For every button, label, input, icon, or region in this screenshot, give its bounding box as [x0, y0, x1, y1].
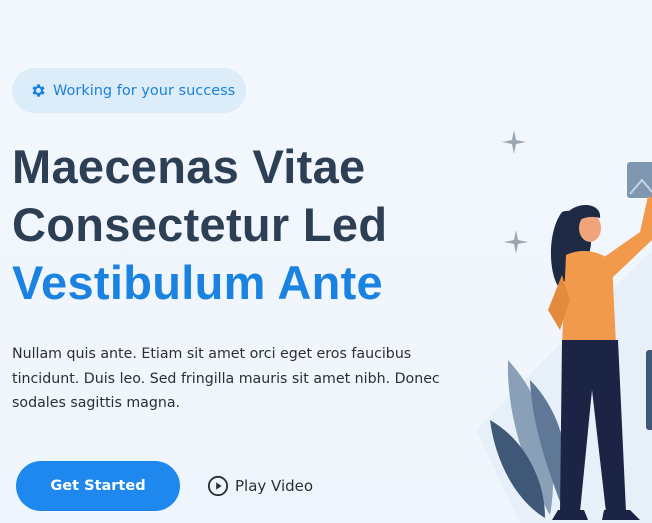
play-video-button[interactable]: Play Video: [207, 472, 313, 500]
hero-title-line-2: Consectetur Led: [12, 198, 388, 251]
tagline-badge: Working for your success: [12, 68, 246, 113]
hero-title-highlight: Vestibulum Ante: [12, 256, 383, 309]
tagline-text: Working for your success: [53, 82, 236, 99]
hero-title-line-1: Maecenas Vitae: [12, 140, 366, 193]
hero-illustration: [476, 130, 652, 523]
sparkle-icon: [502, 130, 526, 154]
plant-stem: [646, 350, 652, 430]
play-video-label: Play Video: [235, 477, 314, 495]
hero-title: Maecenas Vitae Consectetur Led Vestibulu…: [12, 138, 387, 312]
sparkle-icon: [504, 230, 528, 254]
picture-frame: [627, 162, 652, 198]
play-circle-icon: [207, 475, 229, 497]
gear-icon: [30, 82, 47, 99]
hero-description: Nullam quis ante. Etiam sit amet orci eg…: [12, 346, 440, 411]
get-started-button[interactable]: Get Started: [16, 461, 180, 511]
